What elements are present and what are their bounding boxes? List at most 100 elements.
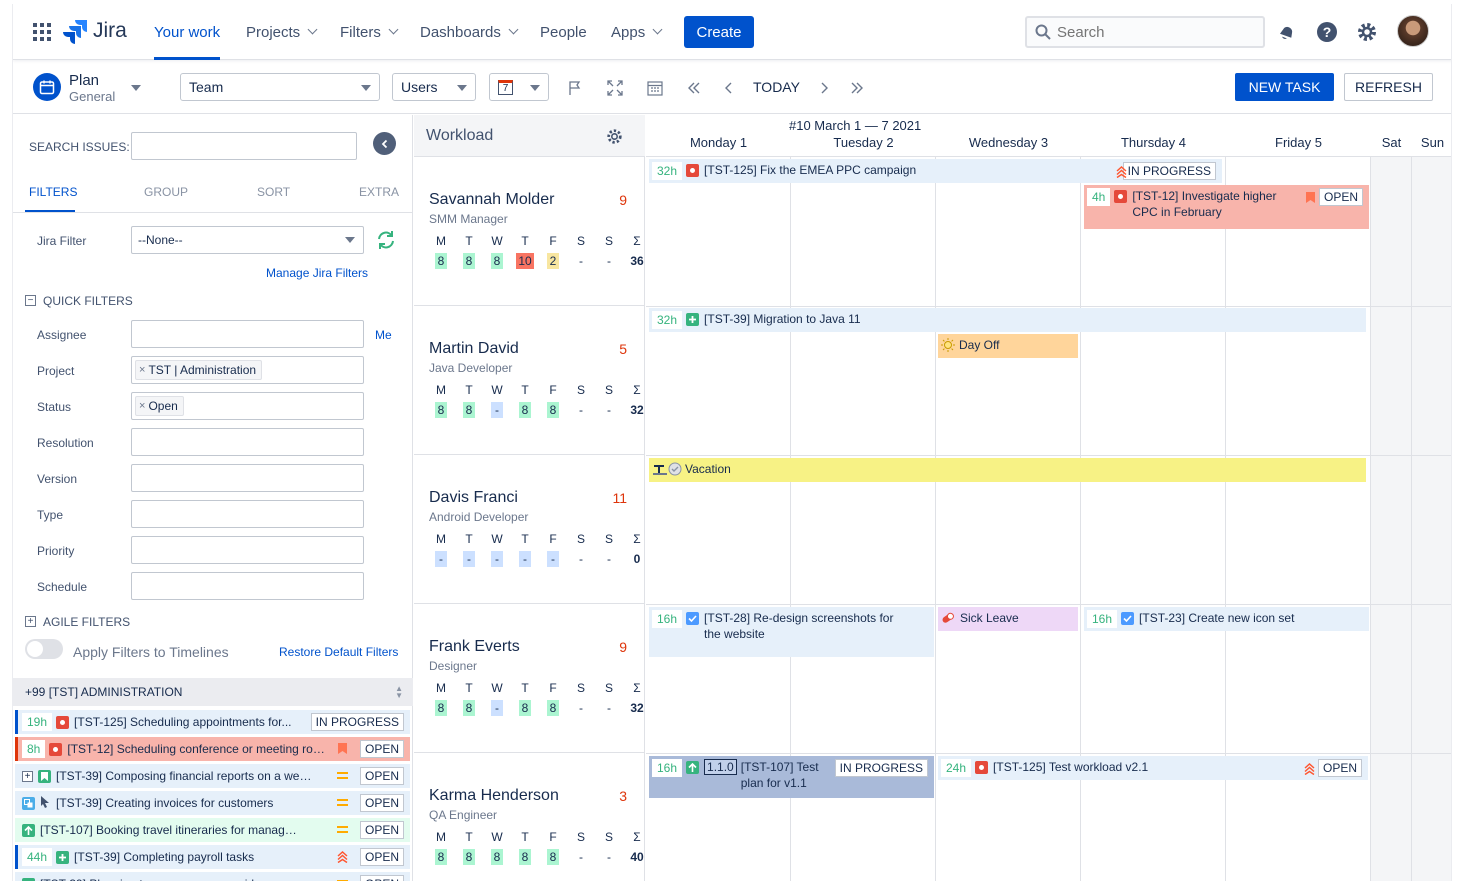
nav-dashboards[interactable]: Dashboards [420, 4, 519, 60]
version-input[interactable] [131, 464, 364, 492]
create-button[interactable]: Create [684, 16, 754, 48]
status-chip[interactable]: × Open [135, 396, 184, 416]
tab-sort[interactable]: SORT [257, 185, 290, 199]
issue-status[interactable]: OPEN [359, 848, 404, 866]
nav-people[interactable]: People [540, 4, 587, 60]
refresh-button[interactable]: REFRESH [1344, 73, 1433, 101]
resolution-input[interactable] [131, 428, 364, 456]
fullscreen-icon[interactable] [606, 79, 624, 97]
issue-status[interactable]: OPEN [359, 875, 404, 881]
me-link[interactable]: Me [375, 328, 392, 342]
day-hours-cell: 8 [427, 402, 455, 418]
chevron-right-icon[interactable] [815, 79, 833, 97]
calendar-task-bar[interactable]: Sick Leave [938, 607, 1078, 631]
search-issues-input[interactable] [131, 132, 357, 160]
nav-your-work[interactable]: Your work [154, 4, 221, 60]
tab-group[interactable]: GROUP [144, 185, 188, 199]
issue-row[interactable]: [TST-39] Creating invoices for customers… [15, 791, 410, 815]
day-letter: M [436, 383, 446, 397]
issue-status[interactable]: OPEN [359, 821, 404, 839]
chevron-left-icon[interactable] [720, 79, 738, 97]
app-switcher-icon[interactable] [33, 23, 51, 41]
person-card[interactable]: Martin David Java Developer 5 M T W T F S S Σ 8 8-8 8… [414, 306, 645, 455]
nav-filters[interactable]: Filters [340, 4, 399, 60]
issue-row[interactable]: 8h [TST-12] Scheduling conference or meet… [15, 737, 410, 761]
project-chip[interactable]: × TST | Administration [135, 360, 263, 380]
issue-status[interactable]: OPEN [359, 740, 404, 758]
project-input[interactable]: × TST | Administration [131, 356, 364, 384]
date-range-select[interactable]: 7 [489, 73, 549, 101]
priority-input[interactable] [131, 536, 364, 564]
task-status[interactable]: OPEN [1317, 759, 1362, 777]
jira-logo[interactable]: Jira [63, 18, 127, 44]
settings-gear-icon[interactable] [1355, 20, 1379, 44]
task-hours: 4h [1087, 188, 1111, 206]
sync-refresh-icon[interactable] [375, 229, 397, 254]
nav-projects[interactable]: Projects [246, 4, 318, 60]
search-input[interactable] [1057, 23, 1247, 41]
task-status[interactable]: OPEN [1318, 188, 1363, 206]
calendar-task-bar[interactable]: 16h 1.1.0 [TST-107] Test plan for v1.1 IN P… [649, 756, 934, 798]
issue-status[interactable]: OPEN [359, 794, 404, 812]
issue-status[interactable]: OPEN [359, 767, 404, 785]
plan-dropdown-icon[interactable] [131, 85, 141, 91]
apply-filters-toggle[interactable] [25, 639, 63, 659]
user-avatar[interactable] [1397, 15, 1429, 47]
search-box[interactable] [1025, 16, 1265, 48]
issue-row[interactable]: 19h [TST-125] Scheduling appointments for… [15, 710, 410, 734]
calendar-task-bar[interactable]: 16h [TST-23] Create new icon set [1084, 607, 1369, 631]
calendar-task-bar[interactable]: 16h [TST-28] Re-design screenshots for th… [649, 607, 934, 657]
calendar-task-bar[interactable]: 24h [TST-125] Test workload v2.1 OPEN [938, 756, 1368, 780]
issue-row[interactable]: [TST-107] Booking travel itineraries for… [15, 818, 410, 842]
calendar-task-bar[interactable]: 32h [TST-39] Migration to Java 11 [649, 308, 1366, 332]
sort-arrows-icon[interactable]: ▲ ▼ [395, 685, 403, 700]
tab-filters[interactable]: FILTERS [29, 185, 77, 199]
jira-filter-select[interactable]: --None-- [131, 226, 364, 254]
status-input[interactable]: × Open [131, 392, 364, 420]
notifications-icon[interactable] [1275, 20, 1299, 44]
flag-icon[interactable] [566, 79, 584, 97]
calendar-grid-icon[interactable] [646, 79, 664, 97]
calendar-task-bar[interactable]: Vacation [649, 458, 1366, 482]
calendar-plan-icon[interactable] [33, 73, 61, 101]
type-input[interactable] [131, 500, 364, 528]
team-select[interactable]: Team [180, 73, 380, 101]
group-header[interactable]: +99 [TST] ADMINISTRATION ▲ ▼ [13, 678, 413, 706]
double-chevron-left-icon[interactable] [685, 79, 703, 97]
calendar-task-bar[interactable]: 32h [TST-125] Fix the EMEA PPC campaign IN… [649, 159, 1222, 183]
person-card[interactable]: Karma Henderson QA Engineer 3 M T W T F S S Σ 8 8 8 8 8… [414, 753, 645, 881]
agile-filters-heading[interactable]: AGILE FILTERS [43, 615, 130, 629]
expand-plus-icon[interactable]: + [25, 616, 36, 627]
help-icon[interactable]: ? [1315, 20, 1339, 44]
expand-plus-icon[interactable]: + [22, 770, 33, 782]
assignee-input[interactable] [131, 320, 364, 348]
task-status[interactable]: IN PROGRESS [1122, 162, 1216, 180]
tab-extra[interactable]: EXTRA [359, 185, 399, 199]
person-card[interactable]: Frank Everts Designer 9 M T W T F S S Σ 8 8-8 8- -32 [414, 604, 645, 753]
quick-filters-heading[interactable]: QUICK FILTERS [43, 294, 133, 308]
day-letter: F [549, 681, 557, 695]
calendar-task-bar[interactable]: 4h [TST-12] Investigate higher CPC in Feb… [1084, 185, 1369, 229]
today-button[interactable]: TODAY [753, 79, 800, 95]
issue-status[interactable]: IN PROGRESS [310, 713, 404, 731]
remove-x-icon[interactable]: × [139, 364, 145, 376]
collapse-panel-button[interactable] [373, 132, 396, 155]
users-select[interactable]: Users [392, 73, 476, 101]
schedule-input[interactable] [131, 572, 364, 600]
issue-row[interactable]: [TST-39] Planning team or company-wide m… [15, 872, 410, 881]
collapse-minus-icon[interactable]: − [25, 295, 36, 306]
new-task-button[interactable]: NEW TASK [1235, 73, 1334, 101]
workload-settings-gear-icon[interactable] [606, 128, 623, 145]
calendar-task-bar[interactable]: Day Off [938, 334, 1078, 358]
remove-x-icon[interactable]: × [139, 400, 145, 412]
person-card[interactable]: Davis Franci Android Developer 11 M T W T F S S Σ -… [414, 455, 645, 604]
plan-title[interactable]: Plan [69, 73, 99, 88]
task-status[interactable]: IN PROGRESS [834, 759, 928, 777]
issue-row[interactable]: 44h [TST-39] Completing payroll tasks OPEN [15, 845, 410, 869]
manage-jira-filters-link[interactable]: Manage Jira Filters [266, 266, 368, 280]
nav-apps[interactable]: Apps [611, 4, 663, 60]
person-card[interactable]: Savannah Molder SMM Manager 9 M T W T F S S Σ 8 8 8 10… [414, 157, 645, 306]
issue-row[interactable]: + [TST-39] Composing financial reports on… [15, 764, 410, 788]
double-chevron-right-icon[interactable] [848, 79, 866, 97]
restore-default-filters-link[interactable]: Restore Default Filters [279, 645, 398, 659]
